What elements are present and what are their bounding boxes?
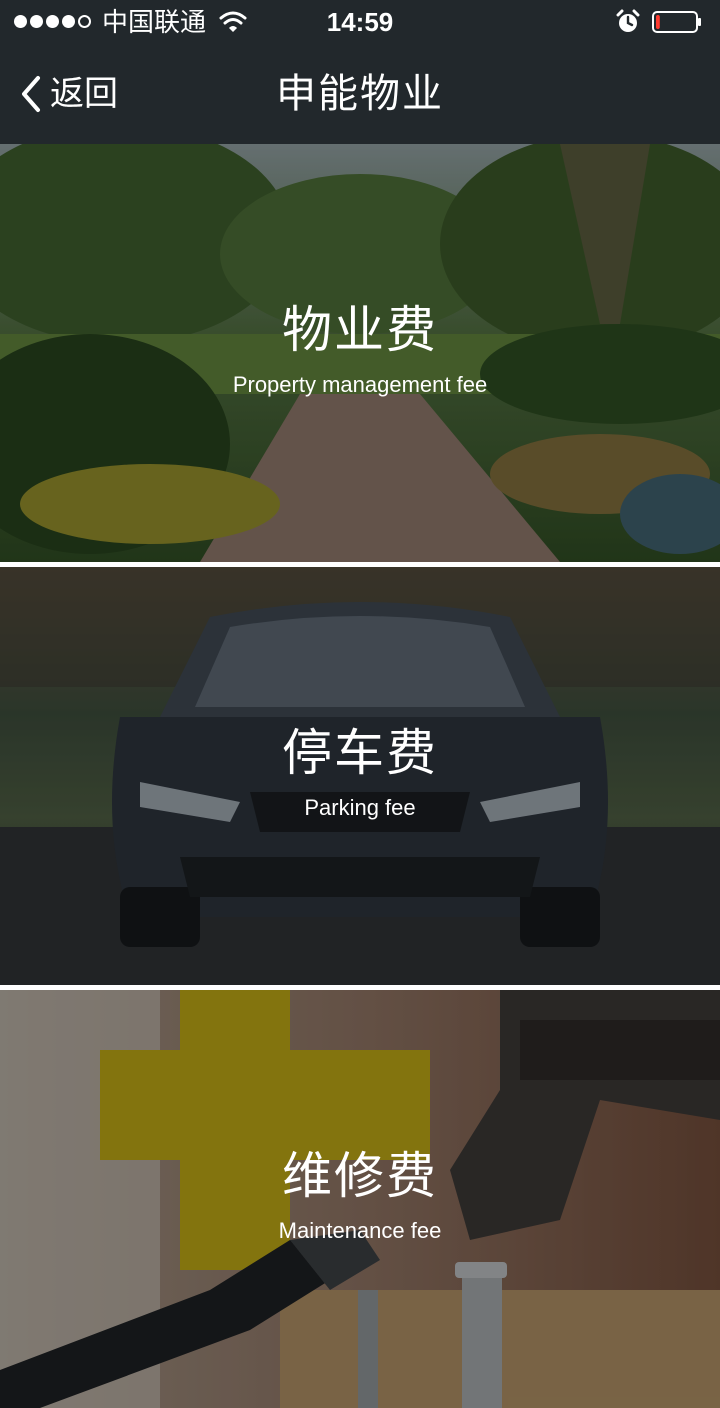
chevron-left-icon: [22, 76, 40, 112]
back-label: 返回: [50, 75, 118, 113]
property-fee-card[interactable]: 物业费 Property management fee: [0, 144, 720, 562]
alarm-icon: [616, 9, 640, 32]
card-subtitle: Parking fee: [304, 795, 416, 820]
maintenance-fee-card[interactable]: 维修费 Maintenance fee: [0, 990, 720, 1408]
card-subtitle: Maintenance fee: [278, 1218, 442, 1243]
back-button[interactable]: 返回: [18, 68, 118, 120]
card-title: 停车费: [282, 725, 438, 781]
card-title: 物业费: [282, 302, 438, 358]
fee-category-list: 物业费 Property management fee 停车费 Parking …: [0, 144, 720, 1408]
parking-fee-card[interactable]: 停车费 Parking fee: [0, 567, 720, 985]
battery-icon: [652, 11, 701, 33]
navigation-bar: 返回 申能物业: [0, 44, 720, 144]
status-time: 14:59: [326, 7, 394, 37]
app-header: 中国联通 14:59 返回 申能物业: [0, 0, 720, 144]
card-subtitle: Property management fee: [232, 372, 488, 397]
status-bar: 中国联通 14:59: [0, 0, 720, 44]
card-title: 维修费: [282, 1148, 438, 1204]
